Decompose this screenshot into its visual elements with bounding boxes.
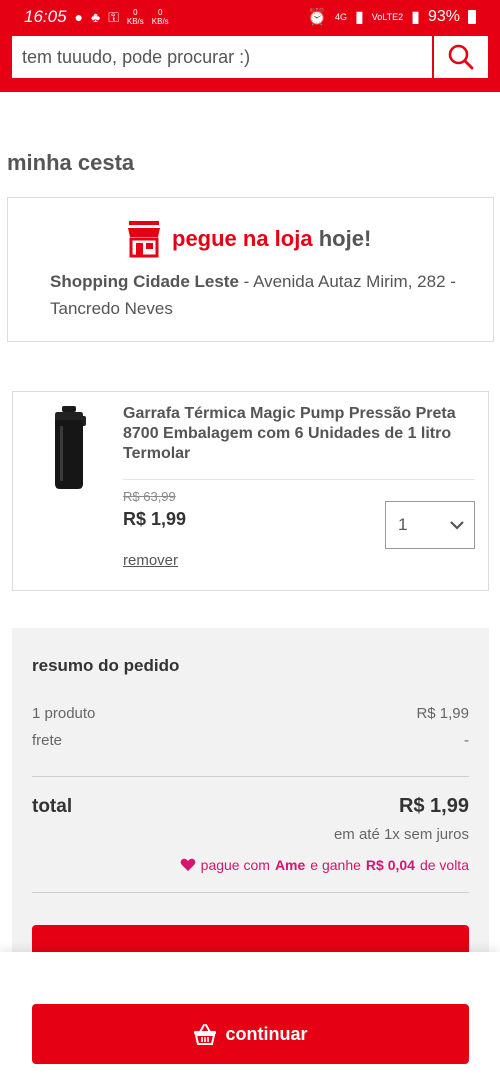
store-icon	[128, 221, 160, 258]
summary-products-label: 1 produto	[32, 705, 96, 722]
signal-bars-icon: ▮	[354, 9, 364, 26]
quantity-select[interactable]: 1	[385, 501, 475, 549]
continue-button[interactable]: continuar	[32, 1004, 469, 1064]
store-pickup-header: pegue na loja hoje!	[126, 220, 371, 258]
signal-bars-icon-2: ▮	[411, 9, 420, 26]
product-old-price: R$ 63,99	[123, 489, 176, 504]
battery-icon	[468, 10, 476, 24]
order-summary: resumo do pedido 1 produto R$ 1,99 frete…	[12, 628, 489, 958]
alarm-icon: ⏰	[307, 9, 327, 26]
ame-brand: Ame	[274, 857, 306, 873]
ame-suffix: de volta	[419, 857, 469, 873]
continue-label: continuar	[225, 1023, 308, 1044]
total-label: total	[32, 796, 73, 817]
continue-button-partial	[32, 925, 469, 955]
summary-products-value: R$ 1,99	[416, 705, 469, 722]
product-price: R$ 1,99	[123, 509, 187, 529]
summary-shipping-value: -	[464, 732, 469, 749]
notification-icon: ♣	[91, 9, 101, 25]
product-image	[55, 406, 86, 489]
signal-4g: 4G	[334, 12, 347, 22]
cart-item: Garrafa Térmica Magic Pump Pressão Preta…	[12, 391, 489, 591]
summary-title: resumo do pedido	[32, 656, 180, 675]
pickup-today: hoje!	[318, 226, 372, 251]
ame-prefix: pague com	[200, 857, 270, 873]
status-bar: 16:05 ● ♣ ⚿ 0 KB/s 0 KB/s ⏰ 4G ▮ VoLTE2 ▮ …	[0, 0, 500, 34]
network-speed-down: 0 KB/s	[151, 8, 169, 26]
quantity-value: 1	[398, 515, 408, 534]
product-name[interactable]: Garrafa Térmica Magic Pump Pressão Preta…	[123, 404, 468, 464]
search-icon	[448, 44, 474, 70]
search-bar	[12, 36, 488, 78]
search-input[interactable]	[12, 36, 432, 78]
basket-icon	[194, 1024, 217, 1045]
installments-text: em até 1x sem juros	[333, 826, 469, 843]
pickup-label: pegue na loja	[172, 226, 313, 251]
signal-volte: VoLTE2	[371, 12, 404, 22]
total-value: R$ 1,99	[398, 795, 469, 817]
summary-shipping-label: frete	[32, 732, 63, 749]
bottom-action-bar: continuar	[0, 952, 500, 1082]
battery-level: 93%	[427, 8, 460, 25]
status-time: 16:05	[24, 7, 67, 26]
page-title: minha cesta	[7, 150, 135, 175]
network-speed-up: 0 KB/s	[126, 8, 144, 26]
ame-cashback-value: R$ 0,04	[365, 857, 415, 873]
summary-products-row: 1 produto R$ 1,99	[32, 705, 469, 722]
ame-middle: e ganhe	[310, 857, 361, 873]
store-name: Shopping Cidade Leste	[50, 272, 239, 291]
ame-heart-icon	[180, 858, 196, 871]
search-button[interactable]	[432, 36, 488, 78]
summary-divider	[32, 776, 469, 777]
key-icon: ⚿	[108, 8, 119, 25]
product-divider	[123, 479, 475, 480]
summary-shipping-row: frete -	[32, 732, 469, 749]
chevron-down-icon	[450, 521, 464, 530]
app-header: 16:05 ● ♣ ⚿ 0 KB/s 0 KB/s ⏰ 4G ▮ VoLTE2 ▮ …	[0, 0, 500, 92]
ame-cashback-offer: pague com Ame e ganhe R$ 0,04 de volta	[180, 857, 469, 873]
summary-divider-2	[32, 892, 469, 893]
store-pickup-card: pegue na loja hoje! Shopping Cidade Lest…	[7, 197, 494, 342]
store-address: Shopping Cidade Leste - Avenida Autaz Mi…	[50, 268, 480, 322]
spotify-icon: ●	[74, 9, 84, 25]
remove-item-link[interactable]: remover	[123, 552, 178, 569]
